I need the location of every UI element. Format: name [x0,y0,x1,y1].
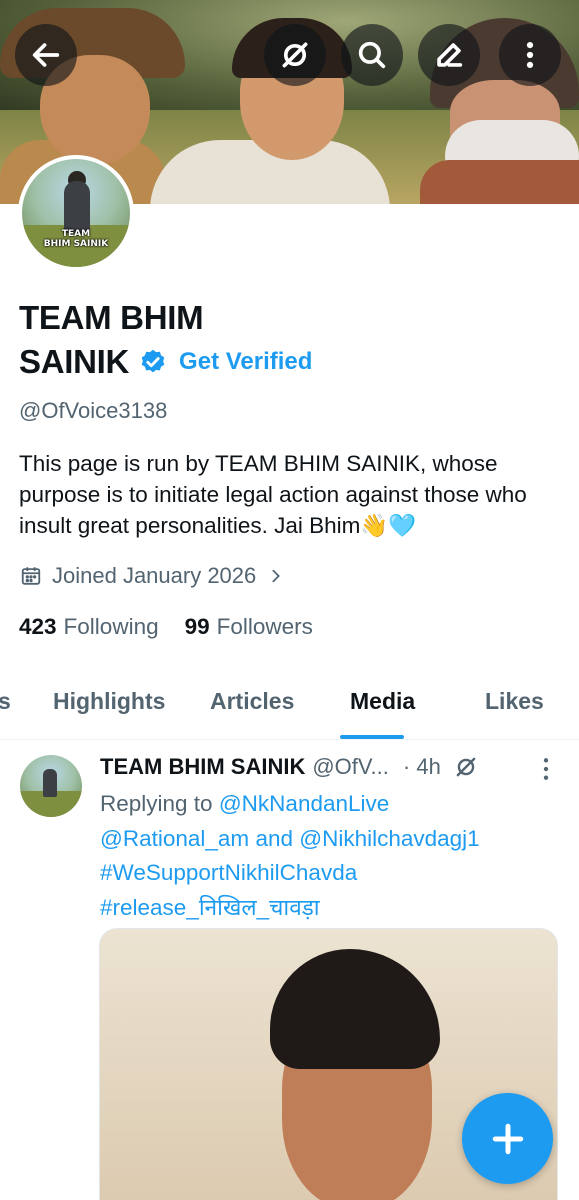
joined-date-row[interactable]: Joined January 2026 [20,563,294,589]
tab-highlights[interactable]: Highlights [53,688,165,715]
followers-stat[interactable]: 99 Followers [185,614,313,640]
followers-label: Followers [216,614,313,639]
reply-context: Replying to @NkNandanLive [100,787,480,822]
following-label: Following [63,614,159,639]
post-body: Replying to @NkNandanLive @Rational_am a… [100,787,480,925]
more-options-button[interactable] [499,24,561,86]
tab-replies[interactable]: s [0,688,11,715]
active-tab-indicator [340,735,404,739]
avatar-figure [43,769,57,797]
followers-count: 99 [184,614,210,639]
replying-to-label: Replying to [100,791,213,816]
profile-name-line2: SAINIK [19,343,130,380]
post-author-name[interactable]: TEAM BHIM SAINIK [100,754,305,780]
following-count: 423 [19,614,57,639]
back-arrow-icon [32,43,60,67]
grok-icon[interactable] [453,754,479,780]
avatar-caption-line: BHIM SAINIK [43,239,109,249]
joined-date-text: Joined January 2026 [52,563,257,588]
search-button[interactable] [341,24,403,86]
verified-badge-icon[interactable] [139,348,167,376]
post-header: TEAM BHIM SAINIK @OfV... · 4h [100,754,570,780]
mention-link[interactable]: @NkNandanLive [219,791,389,816]
avatar-caption-line: TEAM [61,229,91,239]
search-icon [358,41,386,69]
compose-post-button[interactable] [462,1093,553,1184]
profile-tabs: s Highlights Articles Media Likes [0,672,579,740]
profile-name: TEAM BHIM SAINIK Get Verified [19,296,312,384]
grok-button[interactable] [264,24,326,86]
post-author-handle[interactable]: @OfV... [312,754,389,780]
profile-name-line2-row: SAINIK Get Verified [19,340,312,384]
back-button[interactable] [15,24,77,86]
tab-articles[interactable]: Articles [210,688,294,715]
banner-figure-robe [420,160,579,204]
edit-profile-button[interactable] [418,24,480,86]
following-stat[interactable]: 423 Following [19,614,159,640]
mention-link[interactable]: @Rational_am [100,826,249,851]
mention-and-text: and [255,825,293,851]
profile-avatar[interactable]: TEAM BHIM SAINIK [18,155,134,271]
tab-likes[interactable]: Likes [485,688,544,715]
get-verified-link[interactable]: Get Verified [179,340,312,384]
grok-icon [282,42,308,68]
profile-handle: @OfVoice3138 [19,398,168,423]
profile-bio: This page is run by TEAM BHIM SAINIK, wh… [19,451,527,538]
avatar-caption: TEAM BHIM SAINIK [22,229,130,249]
plus-icon [492,1123,523,1154]
tab-media[interactable]: Media [350,688,415,715]
reply-context: @Rational_am and @Nikhilchavdagj1 [100,822,480,857]
post-author-avatar[interactable] [20,755,82,817]
calendar-icon [21,567,41,585]
profile-name-line1: TEAM BHIM [19,299,204,336]
chevron-right-icon [272,569,281,583]
mention-link[interactable]: @Nikhilchavdagj1 [299,826,479,851]
post-more-icon[interactable] [536,756,556,782]
hashtag-link[interactable]: #WeSupportNikhilChavda [100,860,357,885]
follow-stats: 423 Following 99 Followers [19,614,339,640]
avatar-figure [64,181,90,233]
hashtag-link[interactable]: #release_निखिल_चावड़ा [100,895,320,920]
more-vertical-icon [526,41,534,69]
post-timestamp[interactable]: · 4h [403,754,441,780]
edit-icon [437,43,463,67]
